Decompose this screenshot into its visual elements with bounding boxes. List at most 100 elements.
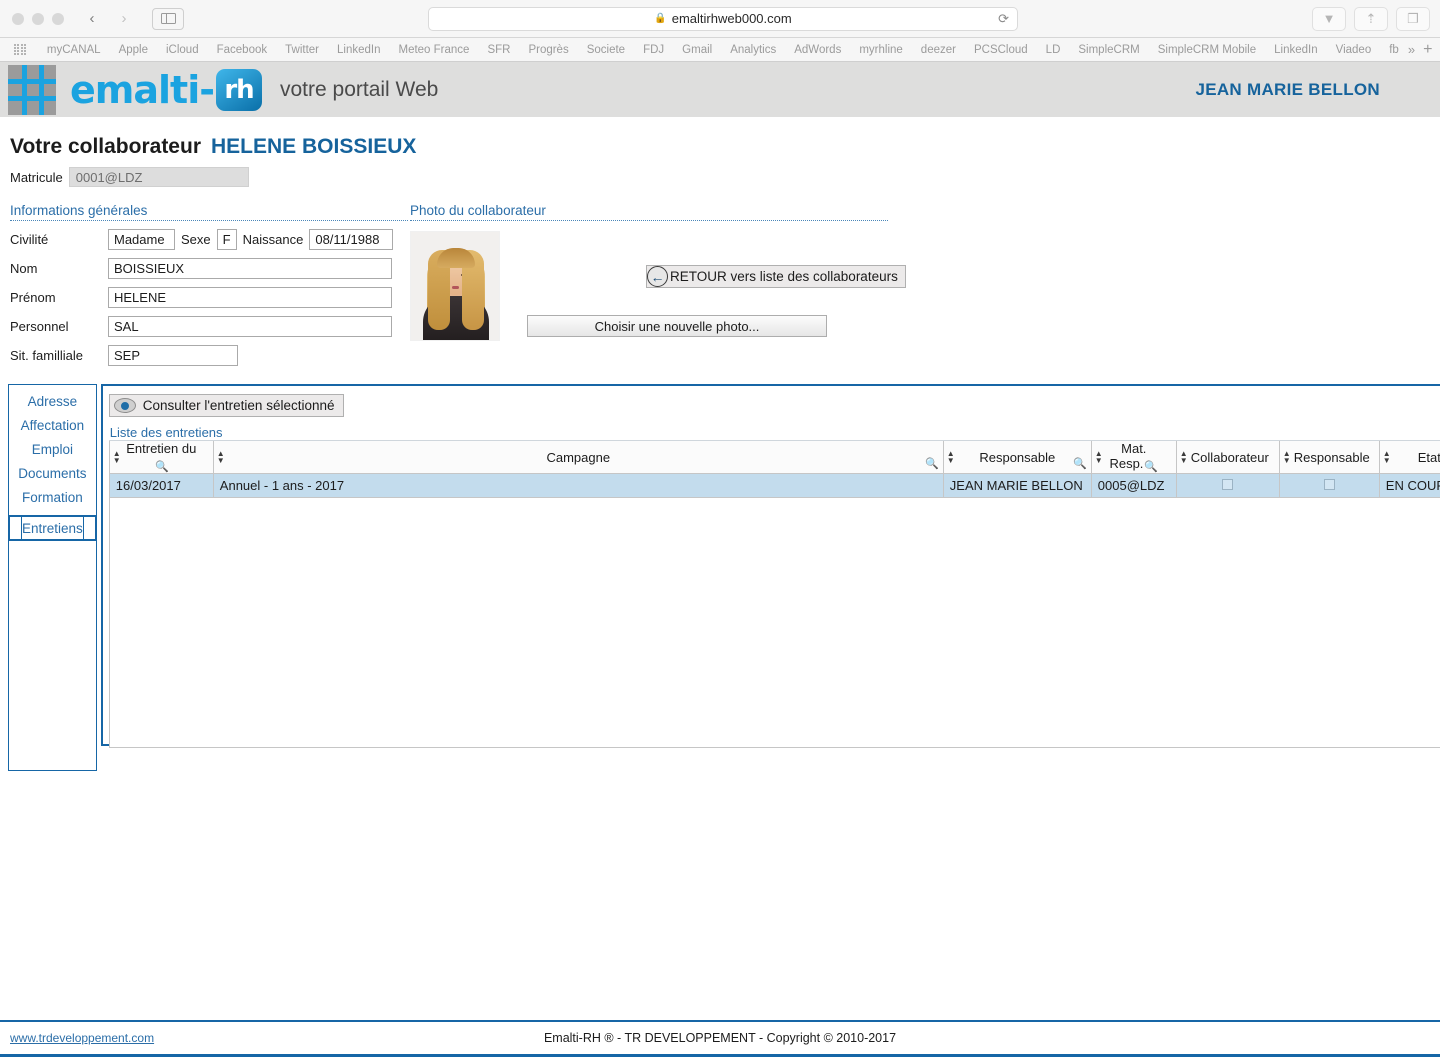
collaborateur-checkbox[interactable] [1222,479,1234,490]
bookmark-simplecrm-mobile[interactable]: SimpleCRM Mobile [1149,44,1265,56]
column-header-campagne[interactable]: ▲ ▼ Campagne 🔍 [212,441,944,474]
column-header-entretien-du[interactable]: ▲ ▼ Entretien du 🔍 [108,441,214,474]
bookmark-linkedin-2[interactable]: LinkedIn [1265,44,1326,56]
bookmark-fb[interactable]: fb [1380,44,1408,56]
sort-icon[interactable]: ▲ ▼ [113,450,121,465]
reload-icon[interactable]: ⟳ [998,11,1009,27]
situation-label: Sit. familliale [10,348,83,363]
naissance-label: Naissance [242,232,304,247]
address-bar[interactable]: 🔒 emaltirhweb000.com ⟳ [428,6,1018,31]
naissance-field[interactable]: 08/11/1988 [309,229,394,250]
bookmark-ld[interactable]: LD [1037,44,1070,56]
collaborator-name: HELENE BOISSIEUX [211,135,417,158]
bookmark-meteo-france[interactable]: Meteo France [389,44,478,56]
cell-mat-resp: 0005@LDZ [1090,473,1177,498]
column-header-entretien-du-label: Entretien du [126,441,197,456]
choose-photo-button[interactable]: Choisir une nouvelle photo... [527,315,827,337]
bookmark-twitter[interactable]: Twitter [276,44,328,56]
situation-field[interactable]: SEP [108,345,238,366]
bookmark-progres[interactable]: Progrès [519,44,577,56]
search-icon[interactable]: 🔍 [155,461,169,473]
sidebar-item-emploi[interactable]: Emploi [9,437,96,461]
tab-sidebar: Adresse Affectation Emploi Documents For… [8,384,97,771]
back-arrow-circle-icon: ← [647,266,668,287]
download-icon[interactable]: ▼ [1312,6,1346,31]
column-header-etat[interactable]: ▲▼ Etat 🔍 [1378,441,1440,474]
close-window-button[interactable] [12,12,24,25]
sort-icon[interactable]: ▲ ▼ [1095,450,1103,465]
entretiens-panel: Consulter l'entretien sélectionné Liste … [100,384,1440,748]
bookmark-icloud[interactable]: iCloud [157,44,208,56]
general-info-divider [10,220,408,221]
bookmark-sfr[interactable]: SFR [478,44,519,56]
bookmark-fdj[interactable]: FDJ [634,44,673,56]
cell-responsable-checkbox[interactable] [1278,473,1380,498]
bookmark-viadeo[interactable]: Viadeo [1327,44,1381,56]
column-header-responsable[interactable]: ▲ ▼ Responsable 🔍 [942,441,1092,474]
sort-icon[interactable]: ▲ ▼ [1283,450,1291,465]
sort-icon[interactable]: ▲ ▼ [1180,450,1188,465]
footer-website-link[interactable]: www.trdeveloppement.com [10,1031,154,1045]
cell-collaborateur-checkbox[interactable] [1175,473,1280,498]
prenom-field[interactable]: HELENE [108,287,392,308]
bookmark-gmail[interactable]: Gmail [673,44,721,56]
tab-list: Adresse Affectation Emploi Documents For… [8,384,97,516]
search-icon[interactable]: 🔍 [925,457,939,470]
bookmark-myrhline[interactable]: myrhline [850,44,911,56]
bookmark-apple[interactable]: Apple [110,44,157,56]
window-controls[interactable] [12,12,64,25]
bookmark-deezer[interactable]: deezer [912,44,965,56]
bookmark-linkedin[interactable]: LinkedIn [328,44,389,56]
column-header-collaborateur[interactable]: ▲ ▼ Collaborateur [1175,441,1280,474]
bookmark-simplecrm[interactable]: SimpleCRM [1069,44,1148,56]
back-to-list-button[interactable]: ← RETOUR vers liste des collaborateurs [646,265,906,288]
cell-responsable: JEAN MARIE BELLON [942,473,1092,498]
column-header-campagne-label: Campagne [546,449,611,465]
bookmarks-overflow-icon[interactable]: » [1408,42,1415,57]
add-bookmark-icon[interactable]: + [1423,41,1432,59]
active-tab-right-edge [82,517,95,539]
hash-grid-logo-icon [8,64,56,115]
sort-icon[interactable]: ▲ ▼ [947,450,955,465]
share-icon[interactable]: ⇡ [1354,6,1388,31]
sort-icon[interactable]: ▲ ▼ [217,450,225,465]
sidebar-item-documents[interactable]: Documents [9,461,96,485]
search-icon[interactable]: 🔍 [1144,461,1158,473]
apps-grid-icon[interactable] [14,43,26,56]
responsable-checkbox[interactable] [1323,479,1335,490]
consult-entretien-button[interactable]: Consulter l'entretien sélectionné [108,394,344,417]
bookmark-societe[interactable]: Societe [578,44,634,56]
sidebar-item-adresse[interactable]: Adresse [9,389,96,413]
forward-arrow-icon[interactable]: › [110,8,138,30]
sidebar-item-entretiens[interactable]: Entretiens [8,515,97,541]
bookmark-pcscloud[interactable]: PCSCloud [965,44,1037,56]
bookmark-analytics[interactable]: Analytics [721,44,785,56]
bookmark-adwords[interactable]: AdWords [785,44,850,56]
personnel-field[interactable]: SAL [108,316,392,337]
bookmark-facebook[interactable]: Facebook [208,44,277,56]
maximize-window-button[interactable] [52,12,64,25]
app-logo[interactable]: emalti- rh [0,62,262,117]
column-header-responsable-check[interactable]: ▲ ▼ Responsable [1278,441,1380,474]
nom-field[interactable]: BOISSIEUX [108,258,392,279]
sidebar-toggle-icon[interactable] [152,7,184,30]
page-title-prefix: Votre collaborateur [10,135,201,158]
bookmark-mycanal[interactable]: myCANAL [38,44,110,56]
sexe-field[interactable]: F [216,229,237,250]
civilite-field[interactable]: Madame [108,229,175,250]
photo-section-divider [410,220,888,221]
minimize-window-button[interactable] [32,12,44,25]
photo-section-title: Photo du collaborateur [410,203,546,218]
sidebar-item-formation[interactable]: Formation [9,485,96,509]
search-icon[interactable]: 🔍 [1073,457,1087,470]
show-tabs-icon[interactable]: ❐ [1396,6,1430,31]
table-empty-area [108,498,1440,748]
sidebar-item-affectation[interactable]: Affectation [9,413,96,437]
prenom-row: Prénom HELENE [10,287,408,308]
table-row[interactable]: 16/03/2017 Annuel - 1 ans - 2017 JEAN MA… [108,473,1440,498]
back-arrow-icon[interactable]: ‹ [78,8,106,30]
collaborator-photo [410,231,500,341]
column-header-mat-resp[interactable]: ▲ ▼ Mat. Resp.🔍 [1090,441,1177,474]
sort-icon[interactable]: ▲ ▼ [1383,450,1391,465]
app-tagline: votre portail Web [280,77,439,101]
